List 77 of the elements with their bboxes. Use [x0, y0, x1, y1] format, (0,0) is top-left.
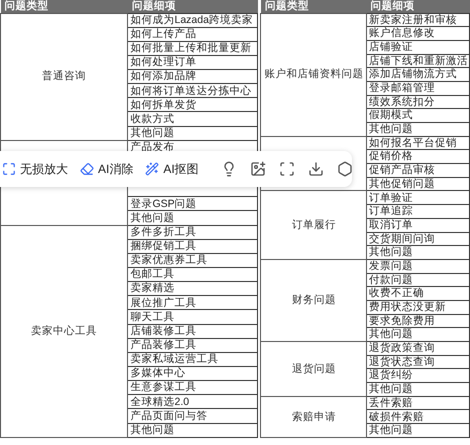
- table-cell: 如何添加品牌: [128, 70, 258, 84]
- table-cell: 促销产品审核: [366, 164, 470, 178]
- table-cell: 登录邮箱管理: [366, 81, 470, 96]
- table-cell: 如何上传产品: [128, 27, 258, 42]
- table-cell: 其他问题: [366, 122, 470, 136]
- table-cell: 包邮工具: [128, 268, 258, 282]
- table-cell: 如何拆单发货: [128, 98, 258, 112]
- table-cell: 其他问题: [366, 246, 470, 260]
- table-cell: 要求免除费用: [366, 314, 470, 328]
- table-cell: 生意参谋工具: [128, 380, 258, 395]
- table-cell: 账户信息修改: [366, 26, 470, 40]
- table-cell: 产品装修工具: [128, 338, 258, 352]
- table-cell: 订单追踪: [366, 204, 470, 218]
- table-cell: 多媒体中心: [128, 366, 258, 381]
- tool-button[interactable]: 无损放大: [0, 160, 74, 178]
- table-cell: 其他问题: [366, 382, 470, 396]
- table-cell: 店铺验证: [366, 40, 470, 54]
- table-cell: 卖家精选: [128, 282, 258, 296]
- category-label: 卖家中心工具: [31, 324, 98, 337]
- enlarge-icon: [2, 162, 16, 176]
- column-header: 问题类型: [0, 0, 128, 13]
- table-cell: 如何成为Lazada跨境卖家: [128, 13, 258, 28]
- table-cell: 如何批量上传和批量更新: [128, 41, 258, 56]
- table-cell: 店铺装修工具: [128, 324, 258, 338]
- table-cell: 添加店铺物流方式: [366, 68, 470, 82]
- download-icon[interactable]: [308, 161, 324, 177]
- table-cell: 费用状态没更新: [366, 300, 470, 314]
- table-cell: 丢件索赔: [366, 396, 470, 410]
- table-cell: 如何报名平台促销: [366, 136, 470, 150]
- tool-button[interactable]: AI消除: [74, 160, 140, 178]
- table-cell: 退货政策查询: [366, 342, 470, 356]
- category-label: 索赔申请: [292, 410, 336, 423]
- table-cell: 绩效系统扣分: [366, 95, 470, 109]
- table-cell: 促销价格: [366, 150, 470, 164]
- table-cell: 其他问题: [128, 423, 258, 438]
- category-label: 退货问题: [292, 362, 336, 375]
- table-cell: 收费不正确: [366, 286, 470, 300]
- table-cell: 如何处理订单: [128, 55, 258, 70]
- table-cell: 其他问题: [366, 424, 470, 438]
- table-cell: 卖家私域运营工具: [128, 352, 258, 367]
- category-label: 账户和店铺资料问题: [264, 68, 364, 80]
- table-cell: 退货状态查询: [366, 355, 470, 369]
- table-cell: 多件多折工具: [128, 225, 258, 240]
- table-cell: 其他问题: [128, 210, 258, 226]
- table-cell: 全球精选2.0: [128, 394, 258, 409]
- category-label: 订单履行: [292, 218, 336, 231]
- column-header: 问题细项: [128, 0, 258, 13]
- category-label: 财务问题: [292, 294, 336, 306]
- table-cell: 交货期间问询: [366, 232, 470, 246]
- table-cell: 其他问题: [128, 126, 258, 140]
- table-cell: 卖家优惠券工具: [128, 253, 258, 268]
- table-cell: 登录GSP问题: [128, 196, 258, 211]
- table-cell: 店铺下线和重新激活: [366, 54, 470, 68]
- table-cell: 新卖家注册和审核: [366, 13, 470, 27]
- table-cell: 假期模式: [366, 108, 470, 122]
- table-cell: 其他促销问题: [366, 177, 470, 191]
- image-icon[interactable]: [250, 161, 266, 177]
- magic-wand-icon: [145, 162, 160, 176]
- category-label: 普通咨询: [42, 70, 86, 82]
- column-header: 问题类型: [260, 0, 367, 13]
- eraser-icon: [80, 162, 94, 176]
- table-cell: 其他问题: [366, 328, 470, 342]
- column-header: 问题细项: [366, 0, 470, 13]
- table-cell: 订单验证: [366, 190, 470, 205]
- table-cell: 聊天工具: [128, 310, 258, 324]
- table-cell: 如何将订单送达分拣中心: [128, 84, 258, 98]
- table-cell: 退货纠纷: [366, 368, 470, 383]
- table-cell: 捆绑促销工具: [128, 239, 258, 254]
- table-cell: 产品页面问与答: [128, 408, 258, 424]
- table-cell: 发票问题: [366, 259, 470, 274]
- table-cell: 取消订单: [366, 218, 470, 232]
- tool-button[interactable]: AI抠图: [139, 160, 205, 178]
- table-cell: 展位推广工具: [128, 296, 258, 310]
- frame-icon[interactable]: [278, 161, 295, 177]
- table-cell: 收款方式: [128, 112, 258, 126]
- table-cell: 付款问题: [366, 273, 470, 287]
- table-cell: 破损件索赔: [366, 410, 470, 424]
